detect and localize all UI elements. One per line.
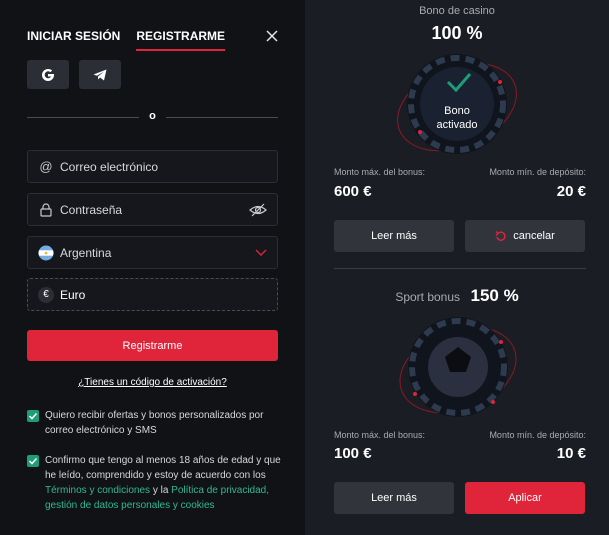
bonus-separator xyxy=(334,268,586,269)
bonus-panel: Bono de casino 100 % Bono activado Monto… xyxy=(305,0,609,535)
registration-panel: INICIAR SESIÓN REGISTRARME o @ Correo el… xyxy=(0,0,305,535)
sport-chip-icon xyxy=(399,317,517,417)
lock-icon xyxy=(40,202,52,217)
country-select[interactable]: Argentina xyxy=(27,236,278,269)
casino-max-bonus-label: Monto máx. del bonus: xyxy=(334,167,426,177)
currency-field: € Euro xyxy=(27,278,278,311)
offers-consent-text: Quiero recibir ofertas y bonos personali… xyxy=(45,410,264,436)
terms-consent-text: Confirmo que tengo al menos 18 años de e… xyxy=(45,453,290,513)
casino-read-more-button[interactable]: Leer más xyxy=(334,220,454,252)
sport-max-bonus-value: 100 € xyxy=(334,445,372,462)
casino-max-bonus-value: 600 € xyxy=(334,183,372,200)
sport-min-deposit-label: Monto mín. de depósito: xyxy=(489,430,586,440)
casino-min-deposit-label: Monto mín. de depósito: xyxy=(489,167,586,177)
terms-mid: y la xyxy=(152,485,169,496)
divider-text: o xyxy=(149,110,156,122)
at-icon: @ xyxy=(39,159,53,174)
checkmark-icon xyxy=(28,412,38,420)
sport-bonus-heading: Sport bonus 150 % xyxy=(305,286,609,306)
sport-bonus-percent: 150 % xyxy=(470,286,519,305)
euro-icon: € xyxy=(38,286,54,303)
password-field[interactable]: Contraseña xyxy=(27,193,278,226)
badge-line-2: activado xyxy=(436,119,478,131)
email-placeholder: Correo electrónico xyxy=(60,159,159,174)
tab-login[interactable]: INICIAR SESIÓN xyxy=(27,29,120,51)
terms-prefix: Confirmo que tengo al menos 18 años de e… xyxy=(45,455,281,481)
casino-bonus-title: Bono de casino xyxy=(419,5,495,17)
or-divider: o xyxy=(27,110,278,124)
terms-checkbox[interactable] xyxy=(27,455,39,467)
sport-apply-button[interactable]: Aplicar xyxy=(465,482,585,514)
telegram-login-button[interactable] xyxy=(79,60,121,89)
telegram-icon xyxy=(93,69,107,80)
casino-min-deposit-value: 20 € xyxy=(556,183,586,200)
currency-value: Euro xyxy=(60,287,86,302)
google-login-button[interactable] xyxy=(27,60,69,89)
argentina-flag-icon xyxy=(38,245,54,260)
casino-cancel-button[interactable]: cancelar xyxy=(465,220,585,252)
register-button[interactable]: Registrarme xyxy=(27,330,278,361)
google-icon xyxy=(42,68,54,81)
casino-bonus-badge: Bono activado xyxy=(305,104,609,132)
terms-link[interactable]: Términos y condiciones xyxy=(45,485,150,496)
eye-off-icon[interactable] xyxy=(249,202,267,218)
cancel-label: cancelar xyxy=(513,230,555,242)
undo-icon xyxy=(495,231,506,241)
country-value: Argentina xyxy=(60,245,112,260)
email-field[interactable]: @ Correo electrónico xyxy=(27,150,278,183)
offers-checkbox[interactable] xyxy=(27,410,39,422)
tab-register[interactable]: REGISTRARME xyxy=(136,29,226,51)
checkmark-icon xyxy=(28,457,38,465)
sport-max-bonus-label: Monto máx. del bonus: xyxy=(334,430,426,440)
sport-min-deposit-value: 10 € xyxy=(556,445,586,462)
sport-read-more-button[interactable]: Leer más xyxy=(334,482,454,514)
divider-line-right xyxy=(166,117,278,118)
close-icon[interactable] xyxy=(264,28,280,44)
password-placeholder: Contraseña xyxy=(60,202,123,217)
auth-tabs: INICIAR SESIÓN REGISTRARME xyxy=(27,29,226,51)
chevron-down-icon xyxy=(255,249,267,256)
badge-line-1: Bono xyxy=(444,105,470,117)
casino-bonus-percent: 100 % xyxy=(431,23,483,43)
sport-bonus-title: Sport bonus xyxy=(395,290,461,304)
activation-code-link[interactable]: ¿Tienes un código de activación? xyxy=(0,377,305,388)
